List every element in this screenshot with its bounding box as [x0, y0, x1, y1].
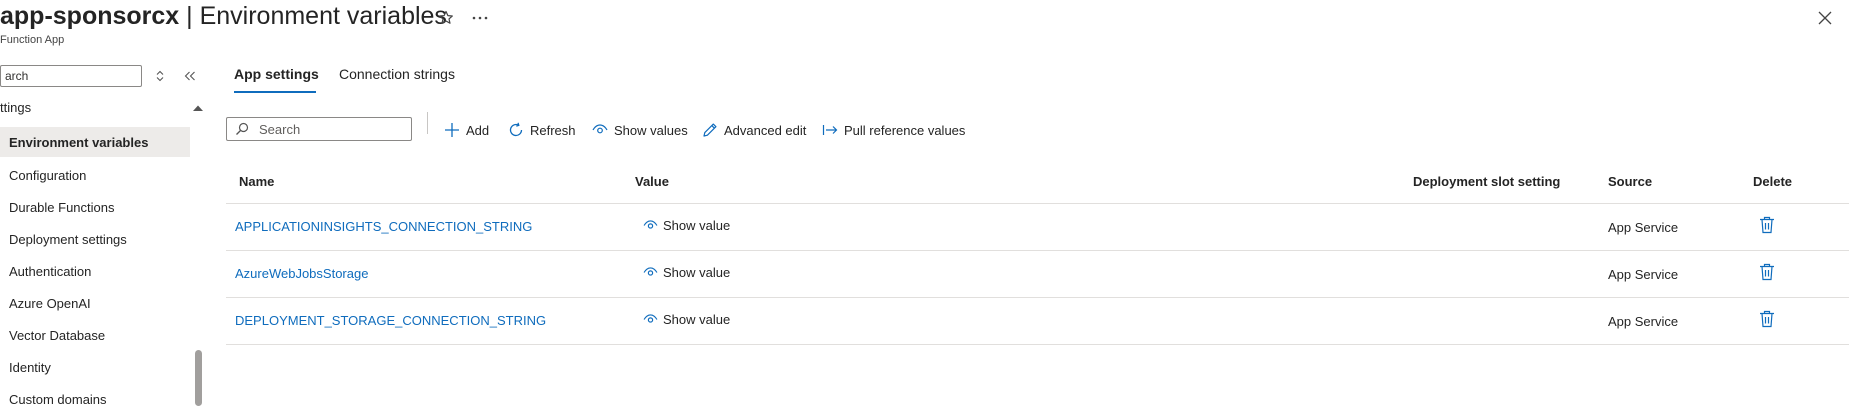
- sidebar-group-settings[interactable]: ttings: [0, 100, 31, 115]
- favorite-star-icon[interactable]: [436, 8, 456, 28]
- setting-source: App Service: [1608, 267, 1679, 282]
- pull-reference-label: Pull reference values: [844, 122, 966, 138]
- show-value-button[interactable]: Show value: [643, 218, 730, 233]
- add-button[interactable]: Add: [444, 118, 489, 142]
- sidebar-item-label: Identity: [9, 359, 51, 375]
- column-header-name[interactable]: Name: [239, 174, 274, 189]
- sidebar-item-azure-openai[interactable]: Azure OpenAI: [0, 288, 190, 318]
- sidebar-item-label: Configuration: [9, 167, 87, 183]
- advanced-edit-button[interactable]: Advanced edit: [702, 118, 806, 142]
- show-value-label: Show value: [663, 312, 731, 327]
- sidebar-item-label: Azure OpenAI: [9, 295, 91, 311]
- eye-icon: [643, 267, 658, 276]
- sidebar-item-label: Environment variables: [9, 134, 149, 150]
- sidebar-item-identity[interactable]: Identity: [0, 352, 190, 382]
- sidebar-item-vector-database[interactable]: Vector Database: [0, 320, 190, 350]
- sidebar-scrollbar[interactable]: [195, 350, 202, 406]
- scroll-up-icon[interactable]: [192, 99, 204, 111]
- header-divider: [226, 203, 1849, 204]
- sidebar-item-configuration[interactable]: Configuration: [0, 160, 190, 190]
- collapse-sidebar-icon[interactable]: [180, 66, 200, 86]
- delete-trash-icon[interactable]: [1759, 263, 1777, 283]
- pencil-icon: [703, 123, 717, 137]
- eye-icon: [592, 124, 608, 134]
- show-values-label: Show values: [614, 122, 688, 138]
- settings-search-input[interactable]: [257, 120, 401, 138]
- delete-trash-icon[interactable]: [1759, 216, 1777, 236]
- app-name: app-sponsorcx: [0, 2, 180, 30]
- column-header-deployment-slot[interactable]: Deployment slot setting: [1413, 174, 1560, 189]
- tab-app-settings[interactable]: App settings: [234, 66, 319, 82]
- setting-source: App Service: [1608, 220, 1679, 235]
- sidebar-item-custom-domains[interactable]: Custom domains: [0, 384, 190, 414]
- sidebar-item-label: Authentication: [9, 263, 92, 279]
- eye-icon: [643, 220, 658, 229]
- setting-name-link[interactable]: APPLICATIONINSIGHTS_CONNECTION_STRING: [235, 219, 532, 234]
- sidebar-item-authentication[interactable]: Authentication: [0, 256, 190, 286]
- setting-name-link[interactable]: AzureWebJobsStorage: [235, 266, 368, 281]
- column-header-source[interactable]: Source: [1608, 174, 1652, 189]
- advanced-edit-label: Advanced edit: [724, 122, 807, 138]
- sidebar-item-label: Custom domains: [9, 391, 107, 407]
- sidebar-item-label: Vector Database: [9, 327, 106, 343]
- resource-type: Function App: [0, 34, 65, 46]
- pull-reference-values-button[interactable]: Pull reference values: [822, 118, 965, 142]
- arrow-right-icon: [822, 125, 838, 135]
- settings-search-box[interactable]: [226, 117, 412, 141]
- setting-name-link[interactable]: DEPLOYMENT_STORAGE_CONNECTION_STRING: [235, 313, 546, 328]
- refresh-label: Refresh: [530, 122, 576, 138]
- close-icon[interactable]: [1813, 6, 1837, 30]
- add-label: Add: [466, 122, 490, 138]
- row-divider: [226, 344, 1849, 345]
- sidebar-item-label: Deployment settings: [9, 231, 127, 247]
- column-header-value[interactable]: Value: [635, 174, 669, 189]
- page-name: Environment variables: [199, 2, 447, 30]
- toolbar-divider: [427, 112, 428, 134]
- sidebar-item-label: Durable Functions: [9, 199, 115, 215]
- show-values-button[interactable]: Show values: [592, 118, 688, 142]
- show-value-label: Show value: [663, 265, 731, 280]
- sort-icon[interactable]: [151, 66, 169, 86]
- eye-icon: [643, 314, 658, 323]
- tab-connection-strings[interactable]: Connection strings: [339, 66, 455, 82]
- refresh-icon: [509, 122, 523, 137]
- show-value-button[interactable]: Show value: [643, 265, 730, 280]
- column-header-delete: Delete: [1753, 174, 1793, 189]
- more-options-icon[interactable]: [468, 8, 492, 28]
- sidebar-item-environment-variables[interactable]: Environment variables: [0, 127, 190, 157]
- page-title: app-sponsorcx | Environment variables: [0, 2, 447, 31]
- row-divider: [226, 297, 1849, 298]
- sidebar-item-deployment-settings[interactable]: Deployment settings: [0, 224, 190, 254]
- plus-icon: [445, 123, 459, 137]
- show-value-label: Show value: [663, 218, 731, 233]
- sidebar-item-durable-functions[interactable]: Durable Functions: [0, 192, 190, 222]
- search-icon: [236, 122, 249, 135]
- refresh-button[interactable]: Refresh: [508, 118, 576, 142]
- active-tab-indicator: [234, 91, 316, 93]
- show-value-button[interactable]: Show value: [643, 312, 730, 327]
- row-divider: [226, 250, 1849, 251]
- setting-source: App Service: [1608, 314, 1679, 329]
- delete-trash-icon[interactable]: [1759, 310, 1777, 330]
- title-separator: |: [179, 2, 200, 30]
- sidebar-search-input[interactable]: [0, 65, 142, 87]
